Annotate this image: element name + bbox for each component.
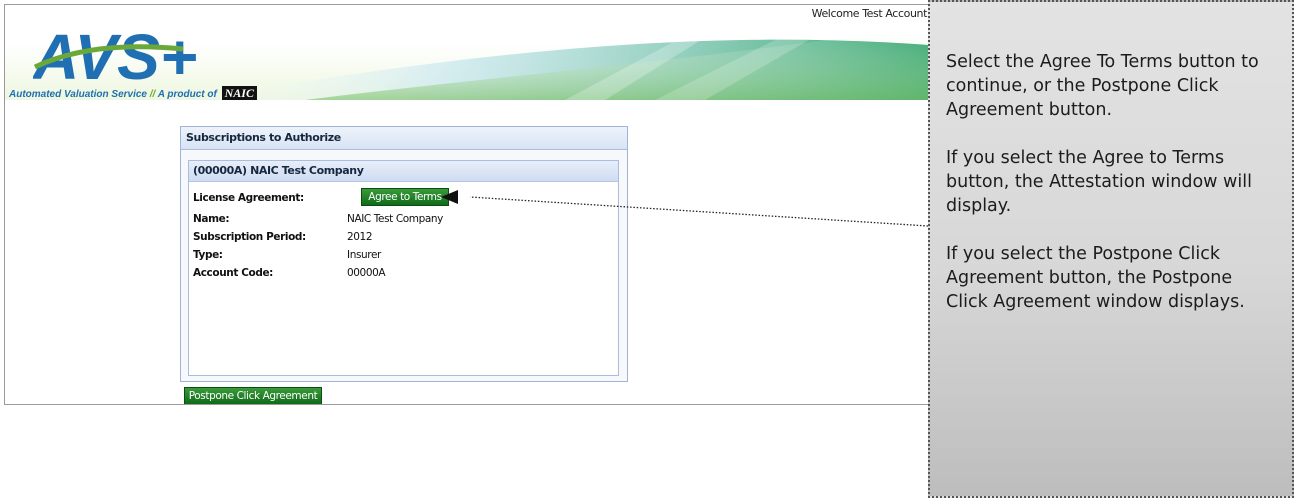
tagline-service: Automated Valuation Service bbox=[9, 89, 147, 100]
callout-paragraph: If you select the Postpone Click Agreeme… bbox=[946, 244, 1245, 312]
field-value: Insurer bbox=[347, 249, 381, 261]
callout-paragraph: Select the Agree To Terms button to cont… bbox=[946, 52, 1259, 120]
subscriptions-panel: Subscriptions to Authorize (00000A) NAIC… bbox=[180, 126, 628, 382]
field-label: License Agreement: bbox=[193, 192, 304, 204]
agree-to-terms-button[interactable]: Agree to Terms bbox=[361, 188, 449, 206]
instruction-callout: Select the Agree To Terms button to cont… bbox=[928, 0, 1294, 498]
tagline-separator: // bbox=[149, 89, 156, 100]
field-value: 00000A bbox=[347, 267, 386, 279]
welcome-text: Welcome Test Account bbox=[811, 7, 928, 20]
field-label: Account Code: bbox=[193, 267, 273, 279]
company-section: (00000A) NAIC Test Company License Agree… bbox=[188, 160, 619, 376]
panel-title: Subscriptions to Authorize bbox=[181, 127, 627, 150]
postpone-click-agreement-button[interactable]: Postpone Click Agreement bbox=[184, 387, 322, 404]
company-title: (00000A) NAIC Test Company bbox=[189, 161, 618, 182]
app-window: AVS+ Automated Valuation Service // A pr… bbox=[4, 4, 930, 405]
avs-logo: AVS+ bbox=[33, 21, 197, 87]
field-label: Name: bbox=[193, 213, 230, 225]
field-label: Subscription Period: bbox=[193, 231, 306, 243]
naic-brand: NAIC bbox=[221, 86, 257, 100]
callout-paragraph: If you select the Agree to Terms button,… bbox=[946, 148, 1252, 216]
header-banner: AVS+ Automated Valuation Service // A pr… bbox=[5, 5, 929, 100]
tagline: Automated Valuation Service // A product… bbox=[9, 86, 257, 100]
field-value: NAIC Test Company bbox=[347, 213, 443, 225]
logo-text: AVS+ bbox=[33, 21, 197, 87]
tagline-product: A product of bbox=[157, 89, 217, 100]
field-label: Type: bbox=[193, 249, 223, 261]
field-value: 2012 bbox=[347, 231, 373, 243]
